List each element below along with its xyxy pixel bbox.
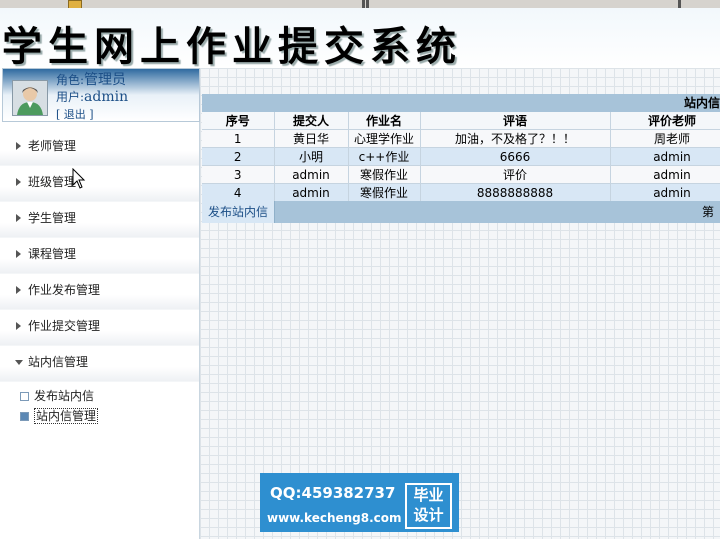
table-cell: 黄日华 — [274, 129, 349, 148]
column-header: 评语 — [420, 112, 611, 130]
toolbar-separator — [366, 0, 369, 8]
sidebar-item-courses[interactable]: 课程管理 — [0, 238, 199, 274]
column-header: 序号 — [202, 112, 275, 130]
user-label: 用户: — [56, 90, 85, 104]
mouse-cursor-icon — [72, 168, 86, 189]
panel-footer: 发布站内信 第 — [202, 201, 720, 223]
column-header: 作业名 — [348, 112, 421, 130]
table-cell: 评价 — [420, 165, 611, 184]
badge-line: 毕业 — [413, 486, 444, 504]
table-header-row: 序号 提交人 作业名 评语 评价老师 — [202, 112, 720, 130]
table-row[interactable]: 4 admin 寒假作业 8888888888 admin — [202, 183, 720, 201]
table-cell: 6666 — [420, 147, 611, 166]
column-header: 提交人 — [274, 112, 349, 130]
messages-panel: 站内信 序号 提交人 作业名 评语 评价老师 1 黄日华 心理学作业 加油，不及… — [202, 94, 720, 223]
table-row[interactable]: 3 admin 寒假作业 评价 admin — [202, 165, 720, 184]
logout-link[interactable]: [ 退出 ] — [56, 108, 94, 121]
panel-title: 站内信 — [202, 94, 720, 112]
messages-table: 序号 提交人 作业名 评语 评价老师 1 黄日华 心理学作业 加油，不及格了？！… — [202, 112, 720, 201]
table-row[interactable]: 2 小明 c++作业 6666 admin — [202, 147, 720, 166]
submenu-item-label: 站内信管理 — [34, 408, 99, 424]
chevron-right-icon — [16, 142, 21, 150]
sidebar-item-classes[interactable]: 班级管理 — [0, 166, 199, 202]
chevron-right-icon — [16, 178, 21, 186]
role-value: 管理员 — [84, 72, 127, 88]
pagination-text: 第 — [701, 205, 714, 219]
sidebar-item-assignment-publish[interactable]: 作业发布管理 — [0, 274, 199, 310]
table-cell: 3 — [202, 165, 275, 184]
table-cell: admin — [610, 183, 720, 201]
app-title: 学生网上作业提交系统 — [2, 23, 462, 70]
user-info: 角色:管理员 用户:admin [ 退出 ] — [56, 72, 128, 123]
sidebar-item-assignment-submit[interactable]: 作业提交管理 — [0, 310, 199, 346]
table-cell: admin — [610, 147, 720, 166]
avatar — [12, 80, 48, 116]
watermark-qq: QQ:459382737 — [270, 484, 396, 502]
column-header: 评价老师 — [610, 112, 720, 130]
chevron-right-icon — [16, 286, 21, 294]
sidebar-item-label: 站内信管理 — [28, 355, 89, 369]
chevron-right-icon — [16, 322, 21, 330]
square-bullet-icon — [20, 412, 29, 421]
sidebar-item-label: 作业提交管理 — [28, 319, 101, 333]
chevron-right-icon — [16, 250, 21, 258]
publish-message-button[interactable]: 发布站内信 — [202, 201, 275, 223]
table-cell: admin — [610, 165, 720, 184]
sidebar-item-students[interactable]: 学生管理 — [0, 202, 199, 238]
sidebar-item-messages[interactable]: 站内信管理 — [0, 346, 199, 382]
sidebar-item-label: 课程管理 — [28, 247, 77, 261]
submenu-item-publish-message[interactable]: 发布站内信 — [20, 386, 199, 406]
table-cell: admin — [274, 165, 349, 184]
table-cell: 加油，不及格了？！！ — [420, 129, 611, 148]
table-cell: c++作业 — [348, 147, 421, 166]
user-value: admin — [84, 89, 129, 105]
table-cell: 8888888888 — [420, 183, 611, 201]
role-label: 角色: — [56, 73, 85, 87]
submenu-item-label: 发布站内信 — [34, 389, 95, 403]
table-cell: 2 — [202, 147, 275, 166]
watermark-banner: QQ:459382737 www.kecheng8.com 毕业 设计 — [260, 473, 459, 532]
table-cell: admin — [274, 183, 349, 201]
table-cell: 寒假作业 — [348, 165, 421, 184]
table-cell: 寒假作业 — [348, 183, 421, 201]
table-row[interactable]: 1 黄日华 心理学作业 加油，不及格了？！！ 周老师 — [202, 129, 720, 148]
watermark-badge: 毕业 设计 — [405, 483, 452, 529]
sidebar-item-teachers[interactable]: 老师管理 — [0, 130, 199, 166]
sidebar-item-label: 班级管理 — [28, 175, 77, 189]
table-cell: 心理学作业 — [348, 129, 421, 148]
square-bullet-icon — [20, 392, 29, 401]
sidebar-menu: 老师管理 班级管理 学生管理 课程管理 作业发布管理 作业提交管理 站内信管理 … — [0, 130, 199, 426]
sidebar-item-label: 学生管理 — [28, 211, 77, 225]
watermark-site: www.kecheng8.com — [267, 511, 402, 525]
user-avatar-icon — [13, 81, 47, 115]
badge-line: 设计 — [413, 506, 444, 524]
table-cell: 小明 — [274, 147, 349, 166]
chevron-right-icon — [16, 214, 21, 222]
chevron-down-icon — [15, 360, 23, 365]
sidebar-item-label: 老师管理 — [28, 139, 77, 153]
banner: 学生网上作业提交系统 — [0, 8, 720, 70]
table-cell: 1 — [202, 129, 275, 148]
messages-submenu: 发布站内信 站内信管理 — [0, 382, 199, 426]
toolbar-separator — [678, 0, 681, 8]
submenu-item-manage-messages[interactable]: 站内信管理 — [20, 406, 199, 426]
toolbar-separator — [362, 0, 365, 8]
user-panel: 角色:管理员 用户:admin [ 退出 ] — [2, 68, 200, 122]
main-content: 站内信 序号 提交人 作业名 评语 评价老师 1 黄日华 心理学作业 加油，不及… — [200, 68, 720, 539]
table-cell: 周老师 — [610, 129, 720, 148]
sidebar: 角色:管理员 用户:admin [ 退出 ] 老师管理 班级管理 学生管理 课程… — [0, 68, 200, 539]
sidebar-item-label: 作业发布管理 — [28, 283, 101, 297]
table-cell: 4 — [202, 183, 275, 201]
